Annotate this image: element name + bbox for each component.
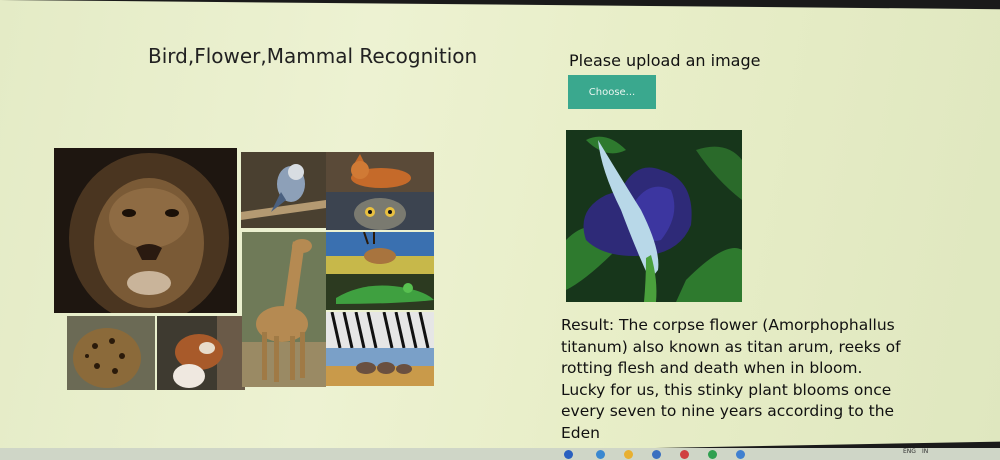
fox-photo xyxy=(326,152,434,192)
taskbar xyxy=(0,448,1000,460)
result-text: Result: The corpse flower (Amorphophallu… xyxy=(561,316,901,442)
owl-photo xyxy=(326,192,434,230)
upload-label: Please upload an image xyxy=(569,51,761,70)
elephants-photo xyxy=(326,348,434,386)
code-icon[interactable] xyxy=(736,450,745,459)
app-window: Bird,Flower,Mammal Recognition Please up… xyxy=(0,0,1000,460)
antelope-photo xyxy=(326,232,434,274)
result-image xyxy=(566,130,742,302)
browser-icon[interactable] xyxy=(596,450,605,459)
page-title: Bird,Flower,Mammal Recognition xyxy=(148,44,478,68)
bird-photo xyxy=(241,152,326,228)
giraffe-photo xyxy=(242,232,326,387)
search-icon[interactable] xyxy=(564,450,573,459)
app-icon[interactable] xyxy=(680,450,689,459)
store-icon[interactable] xyxy=(652,450,661,459)
red-panda-photo xyxy=(157,316,245,390)
sample-collage xyxy=(54,148,434,390)
lizard-photo xyxy=(326,274,434,310)
choose-file-button[interactable]: Choose... xyxy=(568,75,656,109)
tray-language[interactable]: ENG xyxy=(903,448,916,455)
folder-icon[interactable] xyxy=(624,450,633,459)
tray-region[interactable]: IN xyxy=(922,448,928,455)
leopard-photo xyxy=(67,316,155,390)
lion-photo xyxy=(54,148,237,313)
zebra-photo xyxy=(326,312,434,348)
chrome-icon[interactable] xyxy=(708,450,717,459)
